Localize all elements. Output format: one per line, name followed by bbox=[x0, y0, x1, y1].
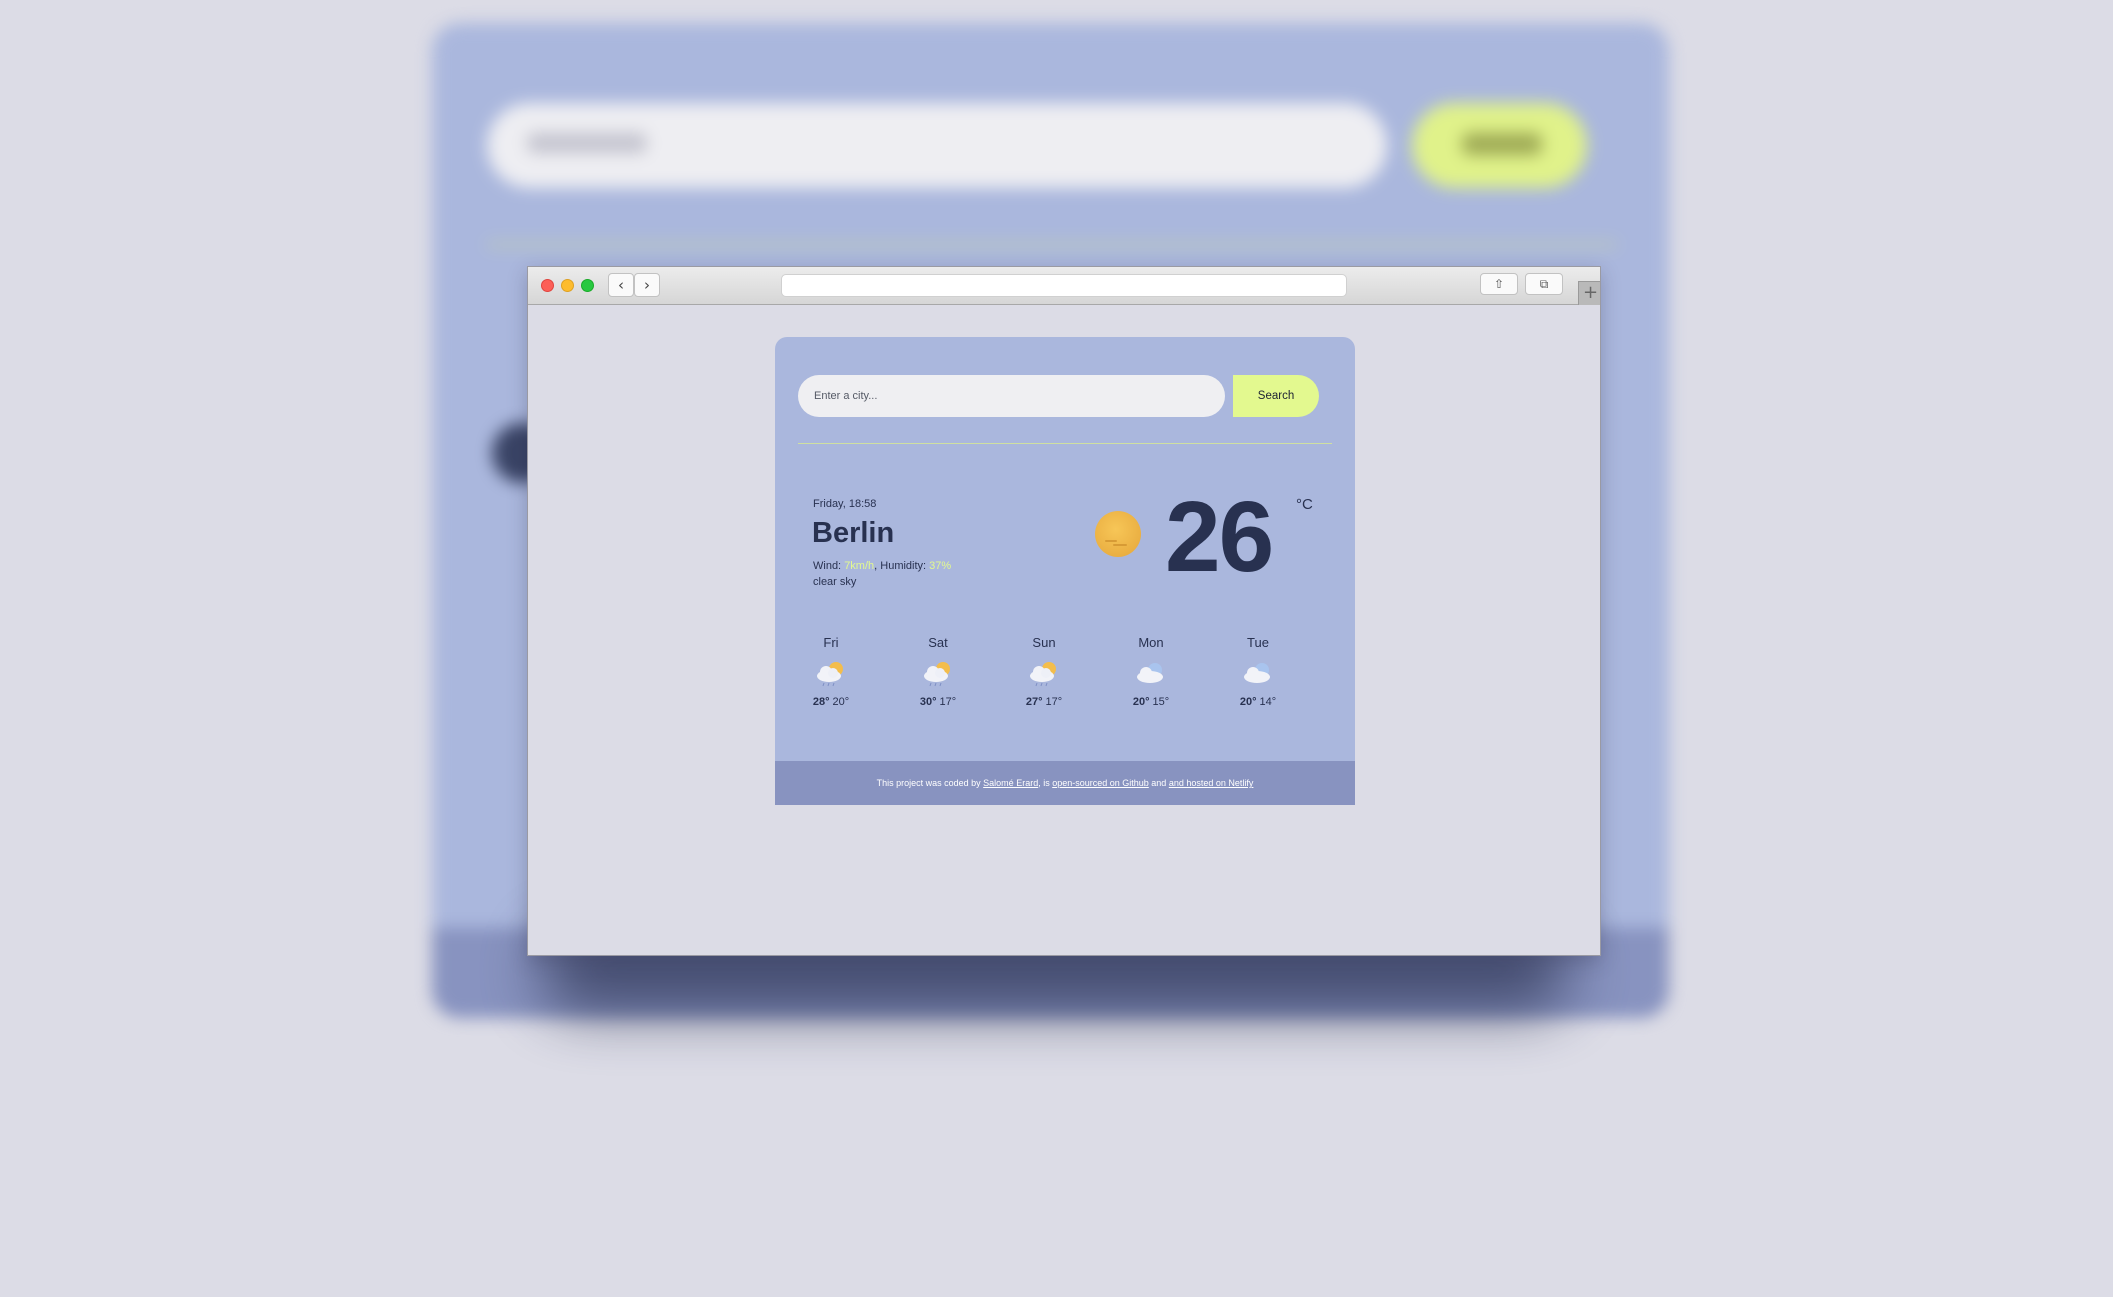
plus-icon: + bbox=[1582, 282, 1599, 303]
weather-card: Search Friday, 18:58 Berlin Wind: 7km/h,… bbox=[775, 337, 1355, 805]
sun-icon bbox=[1095, 511, 1141, 557]
forecast-day-name: Mon bbox=[1138, 635, 1164, 650]
forecast-max: 30° bbox=[919, 696, 937, 708]
author-link[interactable]: Salomé Erard bbox=[983, 778, 1038, 788]
forecast-temps: 20° 15° bbox=[1111, 696, 1191, 708]
forecast-max: 20° bbox=[1239, 696, 1257, 708]
forecast-day: Mon 20° 15° bbox=[1111, 635, 1191, 708]
minimize-window-button[interactable] bbox=[561, 279, 574, 292]
cloud-icon bbox=[1244, 663, 1270, 683]
share-icon: ⇧ bbox=[1493, 277, 1505, 291]
divider bbox=[798, 443, 1332, 444]
wind-label: Wind: bbox=[813, 560, 845, 572]
forecast-day-name: Fri bbox=[823, 635, 839, 650]
tabs-icon: ⧉ bbox=[1539, 277, 1549, 291]
forecast-temps: 30° 17° bbox=[898, 696, 978, 708]
backdrop-search-button bbox=[1412, 103, 1587, 188]
tab-overview-button[interactable]: ⧉ bbox=[1525, 273, 1563, 295]
current-datetime: Friday, 18:58 bbox=[813, 498, 877, 510]
search-button[interactable]: Search bbox=[1233, 375, 1319, 417]
forecast-min: 17° bbox=[936, 696, 957, 708]
backdrop-search-input bbox=[487, 103, 1387, 188]
city-name: Berlin bbox=[812, 517, 895, 549]
forecast-day-name: Sun bbox=[1032, 635, 1056, 650]
forecast-day: Sun 27° 17° bbox=[1004, 635, 1084, 708]
current-temperature: 26 bbox=[1165, 481, 1274, 593]
back-button[interactable]: ‹ bbox=[608, 273, 634, 297]
forecast-day-name: Sat bbox=[928, 635, 948, 650]
humidity-label: , Humidity: bbox=[874, 560, 930, 572]
netlify-link[interactable]: and hosted on Netlify bbox=[1169, 778, 1254, 788]
chevron-right-icon: › bbox=[644, 276, 650, 294]
browser-window: ‹ › ⇧ ⧉ + Search Friday, 18:58 Berlin Wi… bbox=[527, 266, 1601, 956]
forecast-day-name: Tue bbox=[1247, 635, 1269, 650]
forecast-day: Fri 28° 20° bbox=[791, 635, 871, 708]
city-search-input[interactable] bbox=[798, 375, 1225, 417]
forecast-temps: 27° 17° bbox=[1004, 696, 1084, 708]
close-window-button[interactable] bbox=[541, 279, 554, 292]
forecast-min: 15° bbox=[1149, 696, 1170, 708]
cloud-sun-rain-icon bbox=[817, 662, 843, 687]
forecast-day: Tue 20° 14° bbox=[1218, 635, 1298, 708]
forecast-temps: 20° 14° bbox=[1218, 696, 1298, 708]
footer-text: and bbox=[1148, 778, 1169, 788]
footer: This project was coded by Salomé Erard, … bbox=[775, 761, 1355, 805]
forecast-min: 14° bbox=[1256, 696, 1277, 708]
github-link[interactable]: open-sourced on Github bbox=[1052, 778, 1149, 788]
forecast-temps: 28° 20° bbox=[791, 696, 871, 708]
share-button[interactable]: ⇧ bbox=[1480, 273, 1518, 295]
backdrop-divider bbox=[487, 243, 1617, 246]
forecast-max: 28° bbox=[812, 696, 830, 708]
address-bar[interactable] bbox=[781, 274, 1347, 297]
footer-text: This project was coded by bbox=[876, 778, 984, 788]
forecast-max: 20° bbox=[1132, 696, 1150, 708]
weather-description: clear sky bbox=[813, 576, 857, 588]
forward-button[interactable]: › bbox=[634, 273, 660, 297]
new-tab-button[interactable]: + bbox=[1578, 281, 1600, 305]
wind-value: 7km/h bbox=[844, 560, 875, 572]
forecast: Fri 28° 20° Sat 30° 17° Sun 27° 17° Mon … bbox=[775, 635, 1355, 735]
forecast-min: 20° bbox=[829, 696, 850, 708]
cloud-icon bbox=[1137, 663, 1163, 683]
cloud-sun-rain-icon bbox=[1030, 662, 1056, 687]
forecast-max: 27° bbox=[1025, 696, 1043, 708]
browser-titlebar: ‹ › ⇧ ⧉ + bbox=[528, 267, 1600, 305]
humidity-value: 37% bbox=[929, 560, 952, 572]
weather-details: Wind: 7km/h, Humidity: 37% bbox=[813, 560, 951, 572]
maximize-window-button[interactable] bbox=[581, 279, 594, 292]
chevron-left-icon: ‹ bbox=[618, 276, 624, 294]
temperature-unit[interactable]: °C bbox=[1296, 496, 1313, 513]
footer-text: , is bbox=[1038, 778, 1053, 788]
forecast-min: 17° bbox=[1042, 696, 1063, 708]
cloud-sun-rain-icon bbox=[924, 662, 950, 687]
forecast-day: Sat 30° 17° bbox=[898, 635, 978, 708]
